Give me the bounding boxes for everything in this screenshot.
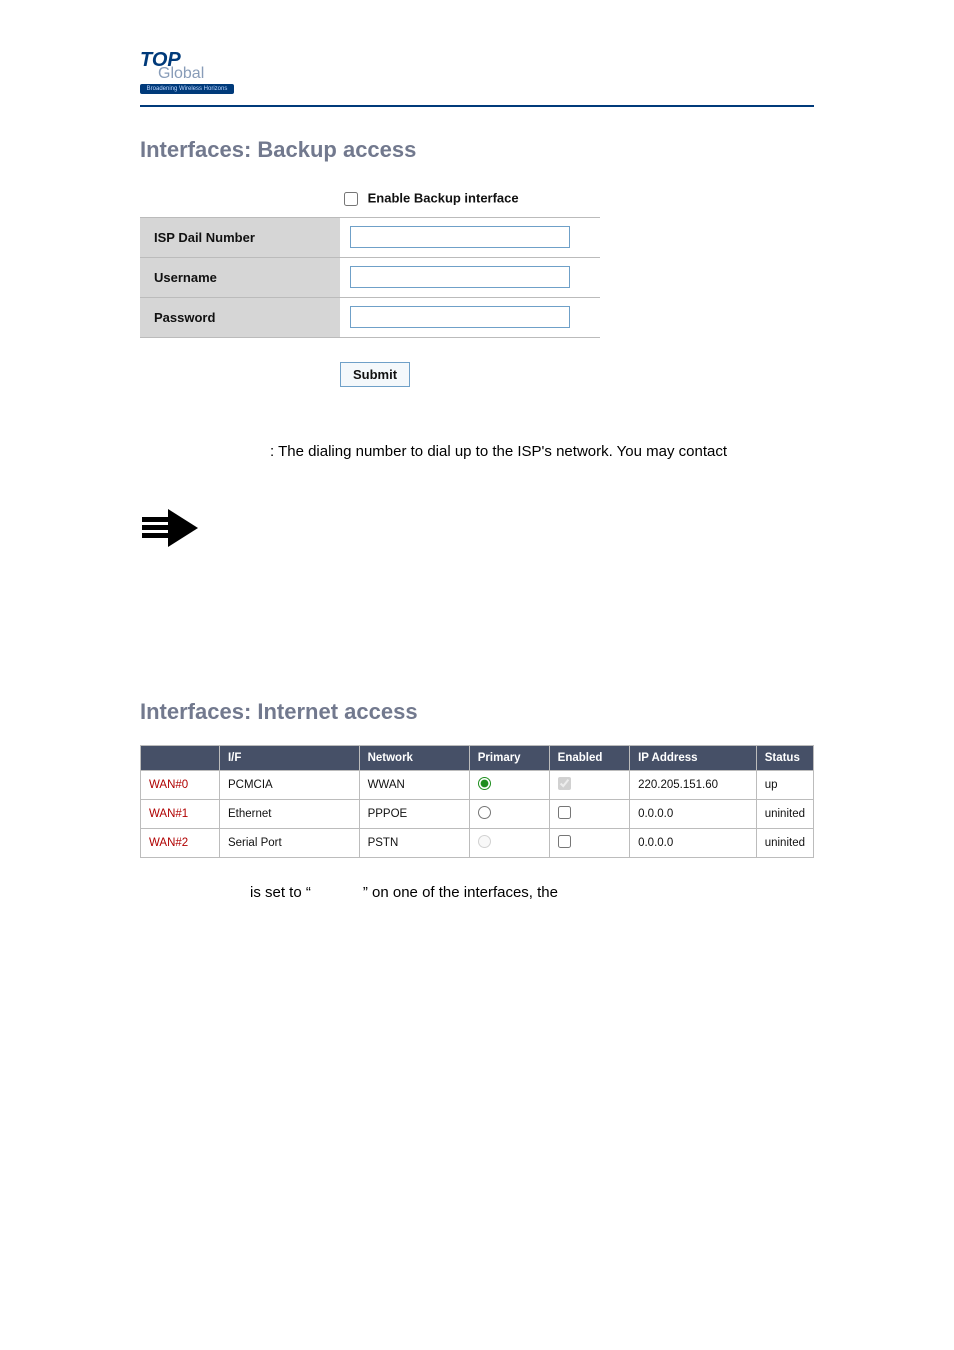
enable-backup-label: Enable Backup interface xyxy=(368,190,519,205)
col-enabled: Enabled xyxy=(549,746,629,771)
internet-access-table: I/F Network Primary Enabled IP Address S… xyxy=(140,745,814,858)
status-cell: up xyxy=(756,771,813,800)
enabled-cell xyxy=(549,771,629,800)
col-primary: Primary xyxy=(469,746,549,771)
brand-logo: TOP Global Broadening Wireless Horizons xyxy=(140,50,814,95)
table-row: WAN#2Serial PortPSTN 0.0.0.0uninited xyxy=(141,829,814,858)
header-divider xyxy=(140,105,814,107)
col-status: Status xyxy=(756,746,813,771)
if-cell: PCMCIA xyxy=(219,771,359,800)
table-row: WAN#0PCMCIAWWAN 220.205.151.60up xyxy=(141,771,814,800)
col-blank xyxy=(141,746,220,771)
isp-number-input[interactable] xyxy=(350,226,570,248)
table-row: WAN#1EthernetPPPOE 0.0.0.0uninited xyxy=(141,800,814,829)
primary-radio[interactable] xyxy=(478,806,491,819)
col-if: I/F xyxy=(219,746,359,771)
enabled-cell xyxy=(549,829,629,858)
password-input[interactable] xyxy=(350,306,570,328)
username-label: Username xyxy=(140,258,340,297)
if-cell: Serial Port xyxy=(219,829,359,858)
arrow-right-icon xyxy=(140,507,814,549)
password-label: Password xyxy=(140,298,340,337)
primary-radio[interactable] xyxy=(478,835,491,848)
enabled-checkbox[interactable] xyxy=(558,806,571,819)
logo-text-global: Global xyxy=(158,66,234,82)
isp-description-line: : The dialing number to dial up to the I… xyxy=(140,437,814,467)
backup-heading: Interfaces: Backup access xyxy=(140,137,600,163)
primary-cell xyxy=(469,800,549,829)
primary-cell xyxy=(469,829,549,858)
network-cell: PSTN xyxy=(359,829,469,858)
enable-backup-checkbox[interactable] xyxy=(344,192,358,206)
wan-link[interactable]: WAN#2 xyxy=(141,829,220,858)
enabled-checkbox[interactable] xyxy=(558,835,571,848)
internet-heading: Interfaces: Internet access xyxy=(140,699,814,725)
internet-access-section: Interfaces: Internet access I/F Network … xyxy=(140,699,814,858)
isp-number-label: ISP Dail Number xyxy=(140,218,340,257)
network-cell: WWAN xyxy=(359,771,469,800)
status-cell: uninited xyxy=(756,800,813,829)
enable-backup-row: Enable Backup interface xyxy=(140,183,600,218)
submit-button[interactable]: Submit xyxy=(340,362,410,387)
backup-access-section: Interfaces: Backup access Enable Backup … xyxy=(140,137,600,387)
username-input[interactable] xyxy=(350,266,570,288)
ip-cell: 220.205.151.60 xyxy=(630,771,757,800)
if-cell: Ethernet xyxy=(219,800,359,829)
ip-cell: 0.0.0.0 xyxy=(630,800,757,829)
primary-cell xyxy=(469,771,549,800)
footer-caption: is set to “” on one of the interfaces, t… xyxy=(140,884,814,901)
primary-radio[interactable] xyxy=(478,777,491,790)
wan-link[interactable]: WAN#1 xyxy=(141,800,220,829)
col-network: Network xyxy=(359,746,469,771)
status-cell: uninited xyxy=(756,829,813,858)
ip-cell: 0.0.0.0 xyxy=(630,829,757,858)
network-cell: PPPOE xyxy=(359,800,469,829)
col-ip: IP Address xyxy=(630,746,757,771)
enabled-checkbox[interactable] xyxy=(558,777,571,790)
enabled-cell xyxy=(549,800,629,829)
logo-tagline: Broadening Wireless Horizons xyxy=(140,84,234,94)
wan-link[interactable]: WAN#0 xyxy=(141,771,220,800)
